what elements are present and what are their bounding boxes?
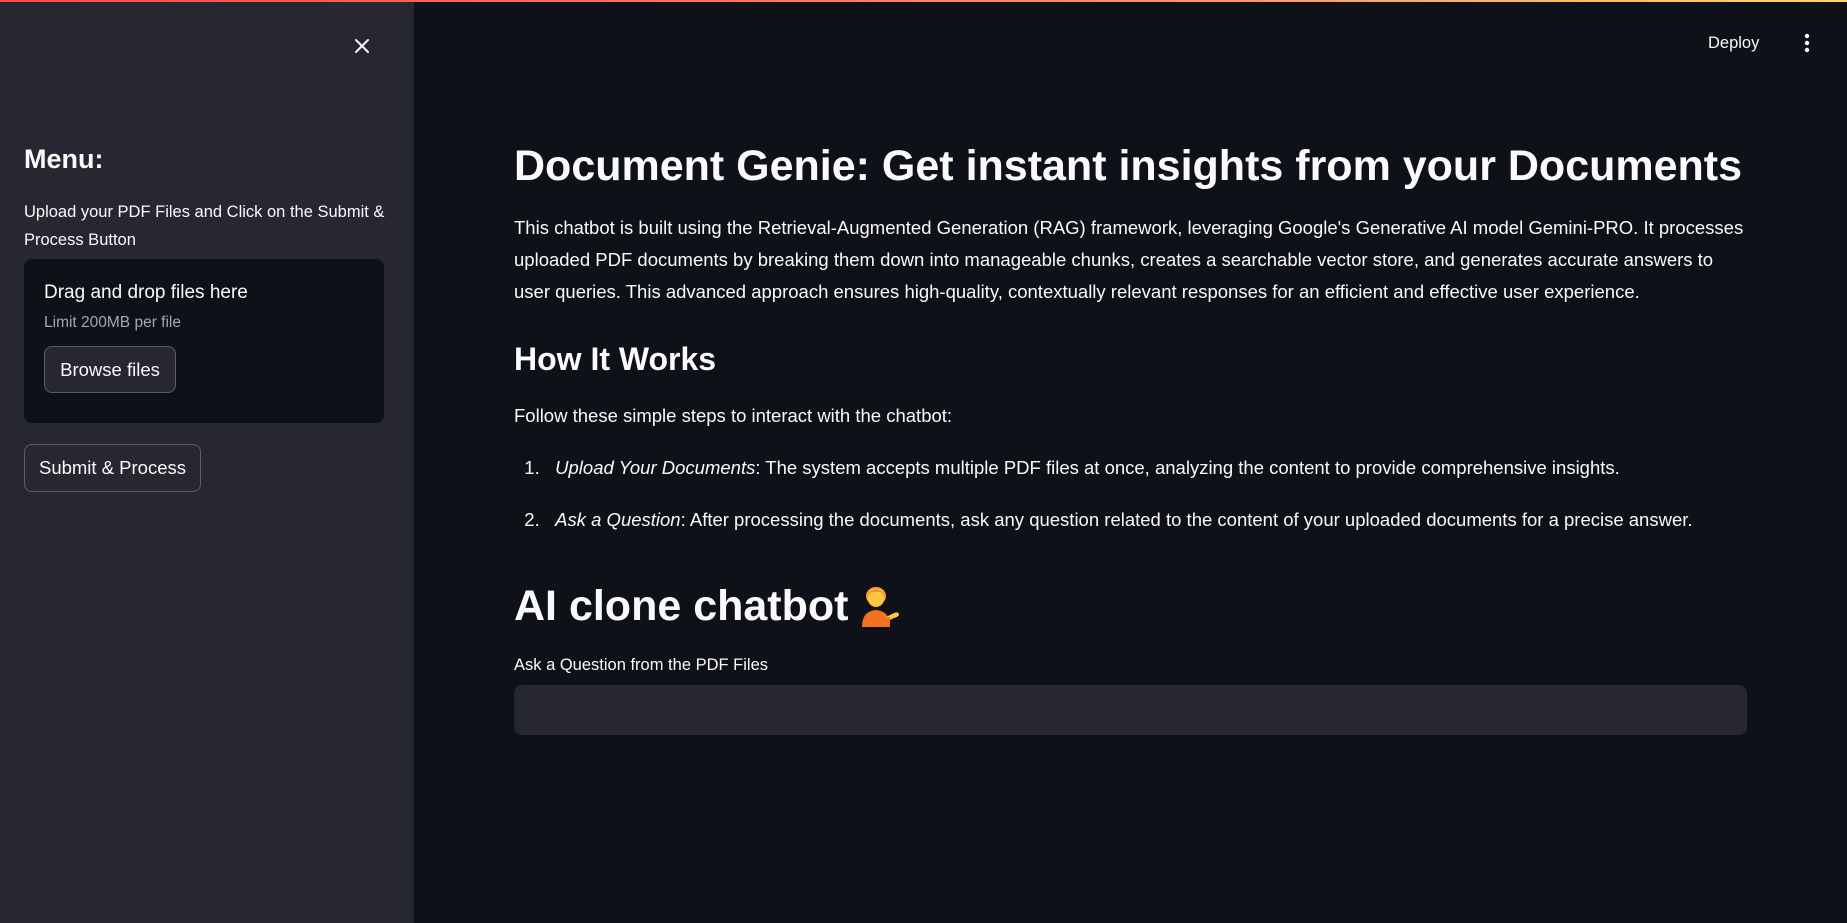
step-title: Upload Your Documents xyxy=(555,457,756,478)
person-tipping-hand-icon xyxy=(862,587,900,627)
step-text: : The system accepts multiple PDF files … xyxy=(755,457,1620,478)
chatbot-heading: AI clone chatbot xyxy=(514,578,902,634)
sidebar-menu-title: Menu: xyxy=(24,144,104,174)
step-number: 2. xyxy=(524,509,540,530)
dropzone-limit: Limit 200MB per file xyxy=(44,314,181,331)
close-sidebar-button[interactable] xyxy=(344,28,380,64)
sidebar: Menu: Upload your PDF Files and Click on… xyxy=(0,0,414,923)
browse-files-button[interactable]: Browse files xyxy=(44,346,176,393)
step-text: : After processing the documents, ask an… xyxy=(680,509,1693,530)
list-item: 1. Upload Your Documents: The system acc… xyxy=(514,454,1747,482)
main-menu-button[interactable] xyxy=(1795,30,1819,56)
step-number: 1. xyxy=(524,457,540,478)
question-input[interactable] xyxy=(514,685,1747,735)
how-it-works-heading: How It Works xyxy=(514,341,717,377)
close-icon xyxy=(355,39,369,53)
list-item: 2. Ask a Question: After processing the … xyxy=(514,506,1747,534)
vertical-ellipsis-icon xyxy=(1804,33,1810,53)
sidebar-description: Upload your PDF Files and Click on the S… xyxy=(24,203,385,249)
deploy-button[interactable]: Deploy xyxy=(1708,30,1759,56)
question-label: Ask a Question from the PDF Files xyxy=(514,656,769,674)
step-title: Ask a Question xyxy=(555,509,681,530)
page-title: Document Genie: Get instant insights fro… xyxy=(514,142,1743,190)
steps-intro: Follow these simple steps to interact wi… xyxy=(514,405,953,426)
chatbot-title: AI clone chatbot xyxy=(514,582,849,630)
submit-process-button[interactable]: Submit & Process xyxy=(24,444,201,492)
file-dropzone[interactable]: Drag and drop files here Limit 200MB per… xyxy=(24,259,384,423)
top-decoration-bar xyxy=(0,0,1847,2)
dropzone-title: Drag and drop files here xyxy=(44,282,248,303)
intro-paragraph: This chatbot is built using the Retrieva… xyxy=(514,217,1744,302)
